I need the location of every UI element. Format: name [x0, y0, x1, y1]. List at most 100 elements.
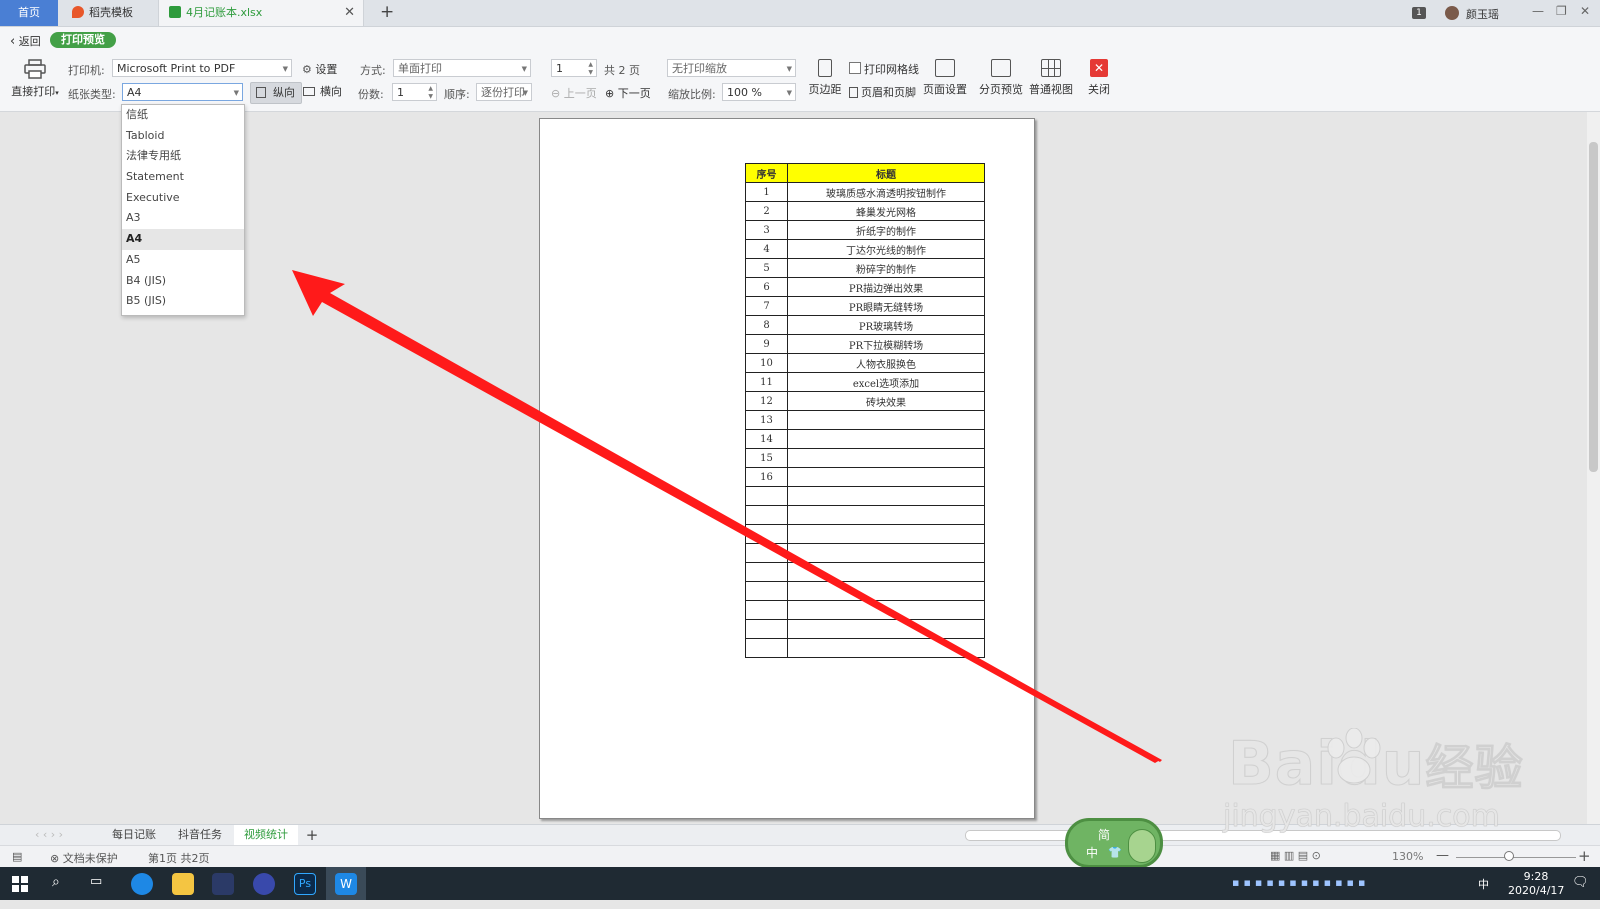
paper-option[interactable]: Executive [122, 188, 244, 209]
normal-view-button[interactable]: 普通视图 [1029, 59, 1073, 97]
next-page-label: 下一页 [617, 87, 651, 100]
paper-option[interactable]: A4 [122, 229, 244, 250]
paper-option[interactable]: 信纸 [122, 105, 244, 126]
prev-page-label: 上一页 [563, 87, 597, 100]
zoom-in-button[interactable]: + [1578, 847, 1591, 865]
tab-home[interactable]: 首页 [0, 0, 58, 26]
order-select[interactable]: 逐份打印 ▼ [476, 83, 532, 101]
browser-icon[interactable] [131, 873, 153, 895]
portrait-button[interactable]: 纵向 [250, 82, 302, 104]
wps-icon[interactable]: W [335, 873, 357, 895]
paper-option[interactable]: A5 [122, 250, 244, 271]
sheet-tab-video[interactable]: 视频统计 [234, 825, 298, 845]
window-count-badge[interactable]: 1 [1412, 7, 1426, 19]
page-setup-button[interactable]: 页面设置 [923, 59, 967, 97]
file-explorer-icon[interactable] [172, 873, 194, 895]
protection-status[interactable]: ⊗ 文档未保护 [50, 850, 118, 866]
title-cell [787, 505, 985, 525]
copies-label: 份数: [358, 88, 384, 101]
chevron-left-icon: ‹ [10, 34, 16, 49]
add-sheet-button[interactable]: + [302, 825, 322, 845]
notification-icon[interactable]: 🗨 [1572, 875, 1589, 890]
page-margins-icon [818, 59, 832, 77]
next-page-button[interactable]: ⊕ 下一页 [605, 85, 651, 101]
watermark-url: jingyan.baidu.com [1223, 799, 1500, 835]
scrollbar-thumb[interactable] [1589, 142, 1598, 472]
chevron-down-icon: ▼ [521, 65, 527, 73]
zoom-out-button[interactable]: — [1436, 848, 1449, 863]
close-tab-icon[interactable]: ✕ [344, 0, 355, 26]
index-cell: 8 [745, 315, 788, 335]
title-cell: 砖块效果 [787, 391, 985, 411]
close-preview-button[interactable]: ✕ 关闭 [1085, 59, 1113, 97]
copies-stepper[interactable]: 1 ▲ ▼ [392, 83, 437, 101]
task-view-icon[interactable]: ▭ [90, 874, 102, 889]
baidu-netdisk-icon[interactable] [253, 873, 275, 895]
user-name[interactable]: 颜玉瑶 [1466, 6, 1499, 22]
page-break-preview-label: 分页预览 [979, 83, 1023, 96]
page-info: 第1页 共2页 [148, 852, 210, 865]
printer-label: 打印机: [68, 64, 105, 77]
ime-indicator[interactable]: 中 [1478, 876, 1489, 909]
page-break-icon [991, 59, 1011, 77]
sheet-tab-daily[interactable]: 每日记账 [102, 825, 166, 845]
vertical-scrollbar[interactable] [1587, 112, 1600, 824]
paper-option[interactable]: Tabloid [122, 126, 244, 147]
scale-select[interactable]: 100 % ▼ [722, 83, 796, 101]
title-cell [787, 524, 985, 544]
table-row: 15 [745, 448, 985, 468]
title-cell [787, 467, 985, 487]
scale-mode-select[interactable]: 无打印缩放 ▼ [667, 59, 796, 77]
window-close-icon[interactable]: ✕ [1580, 4, 1590, 18]
index-cell [745, 562, 788, 582]
index-cell: 6 [745, 277, 788, 297]
margins-button[interactable]: 页边距 [808, 59, 842, 97]
title-cell [787, 486, 985, 506]
minimize-icon[interactable]: — [1532, 4, 1544, 18]
system-tray-icons[interactable]: ▪▪▪▪▪▪▪▪▪▪▪▪ [1232, 876, 1369, 909]
print-gridlines-checkbox[interactable]: 打印网格线 [849, 61, 919, 77]
header-footer-button[interactable]: 页眉和页脚 [849, 84, 916, 100]
tab-template[interactable]: 稻壳模板 [60, 0, 156, 26]
prev-page-button[interactable]: ⊖ 上一页 [551, 85, 597, 101]
page-break-preview-button[interactable]: 分页预览 [979, 59, 1023, 97]
paper-option[interactable]: 法律专用纸 [122, 146, 244, 167]
zoom-slider-thumb[interactable] [1504, 851, 1514, 861]
search-icon[interactable]: ⌕ [52, 874, 60, 890]
zoom-slider-track[interactable] [1456, 857, 1576, 858]
table-row: 3 折纸字的制作 [745, 220, 985, 240]
table-row: 1 玻璃质感水滴透明按钮制作 [745, 182, 985, 202]
paper-option[interactable]: Statement [122, 167, 244, 188]
sheet-nav-arrows[interactable]: ‹ ‹ › › [14, 825, 84, 845]
ime-widget[interactable]: 简 中 👕 [1065, 818, 1163, 868]
table-header-row: 序号 标题 [745, 163, 985, 183]
restore-icon[interactable]: ❐ [1556, 4, 1567, 18]
print-method-select[interactable]: 单面打印 ▼ [393, 59, 531, 77]
printer-settings-button[interactable]: ⚙ 设置 [302, 61, 337, 77]
chevron-down-icon: ▼ [522, 89, 528, 97]
close-label: 关闭 [1088, 83, 1110, 96]
clock-date: 2020/4/17 [1508, 884, 1565, 897]
table-row: 4 丁达尔光线的制作 [745, 239, 985, 259]
avatar[interactable] [1445, 6, 1459, 20]
direct-print-label: 直接打印 [11, 85, 56, 98]
back-button[interactable]: ‹ 返回 [10, 33, 41, 49]
index-cell: 12 [745, 391, 788, 411]
sheet-tab-douyin[interactable]: 抖音任务 [168, 825, 232, 845]
paper-option[interactable]: A3 [122, 208, 244, 229]
paper-option[interactable]: B4 (JIS) [122, 271, 244, 292]
photoshop-icon[interactable]: Ps [294, 873, 316, 895]
clock[interactable]: 9:28 2020/4/17 [1508, 870, 1564, 903]
index-cell [745, 581, 788, 601]
new-tab-button[interactable]: + [380, 2, 394, 22]
view-mode-icons[interactable]: ▦ ▥ ▤ ⊙ [1270, 849, 1321, 862]
tab-file[interactable]: 4月记账本.xlsx ✕ [158, 0, 364, 26]
direct-print-button[interactable]: 直接打印▾ [10, 59, 60, 99]
printer-select[interactable]: Microsoft Print to PDF ▼ [112, 59, 292, 77]
page-number-stepper[interactable]: 1 ▲ ▼ [551, 59, 597, 77]
landscape-button[interactable]: 横向 [298, 82, 348, 102]
windows-start-icon[interactable] [12, 876, 28, 892]
paper-type-select[interactable]: A4 ▼ [122, 83, 243, 101]
paper-option[interactable]: B5 (JIS) [122, 291, 244, 312]
app-icon[interactable] [212, 873, 234, 895]
